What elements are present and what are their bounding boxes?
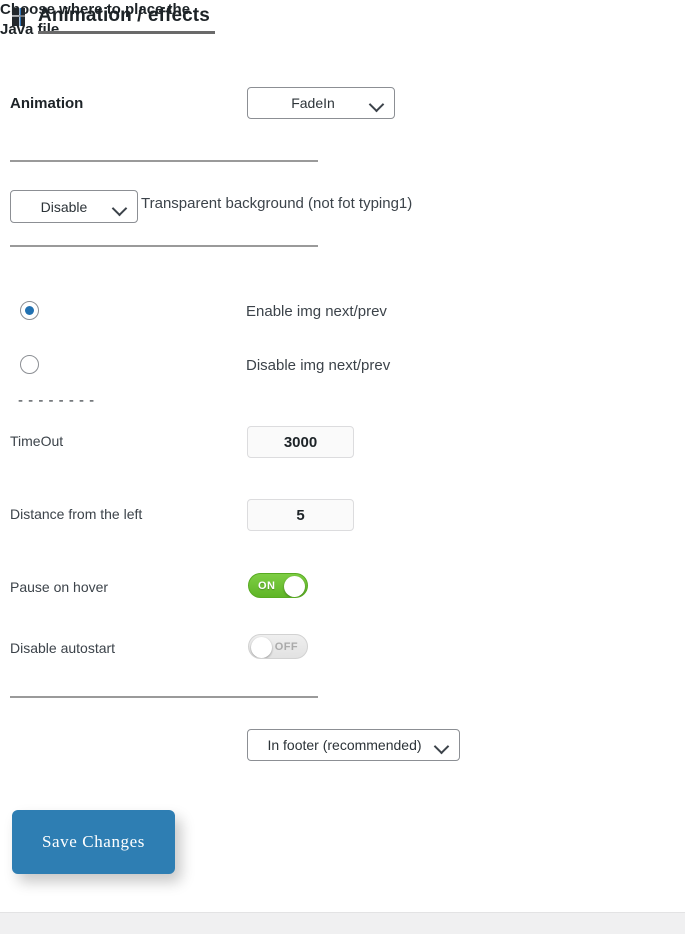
- java-file-placement-select-value: In footer (recommended): [267, 737, 422, 753]
- title-underline: [38, 31, 215, 34]
- animation-select-value: FadeIn: [291, 95, 335, 111]
- disable-autostart-toggle-state: OFF: [274, 641, 298, 653]
- divider-2: [10, 245, 318, 247]
- settings-page: Animation / effects Animation FadeIn Dis…: [0, 0, 685, 934]
- pause-on-hover-label: Pause on hover: [10, 579, 109, 595]
- radio-disable-img-nav[interactable]: [20, 355, 39, 374]
- distance-from-left-input[interactable]: 5: [247, 499, 354, 531]
- page-header: Animation / effects: [0, 0, 685, 40]
- toggle-knob: [284, 576, 305, 597]
- animation-label: Animation: [10, 95, 84, 112]
- radio-disable-img-nav-label: Disable img next/prev: [246, 357, 391, 374]
- toggle-knob: [251, 637, 272, 658]
- dashboard-grid-icon: [10, 6, 32, 28]
- radio-enable-img-nav-label: Enable img next/prev: [246, 303, 387, 320]
- timeout-label: TimeOut: [10, 433, 64, 449]
- save-changes-button[interactable]: Save Changes: [12, 810, 175, 874]
- chevron-down-icon: [111, 200, 128, 216]
- dashed-divider: - - - - - - - - - - -: [18, 394, 94, 407]
- timeout-input[interactable]: 3000: [247, 426, 354, 458]
- transparent-background-select[interactable]: Disable: [10, 190, 138, 223]
- animation-select[interactable]: FadeIn: [247, 87, 395, 119]
- pause-on-hover-toggle-state: ON: [258, 580, 276, 592]
- distance-from-left-label: Distance from the left: [10, 506, 143, 522]
- footer-strip: [0, 912, 685, 934]
- chevron-down-icon: [368, 96, 385, 113]
- divider-1: [10, 160, 318, 162]
- transparent-background-select-value: Disable: [40, 198, 88, 215]
- java-file-placement-select[interactable]: In footer (recommended): [247, 729, 460, 761]
- divider-3: [10, 696, 318, 698]
- transparent-background-label: Transparent background (not fot typing1): [141, 195, 413, 212]
- radio-enable-img-nav[interactable]: [20, 301, 39, 320]
- page-title: Animation / effects: [38, 5, 210, 26]
- disable-autostart-label: Disable autostart: [10, 640, 116, 656]
- pause-on-hover-toggle[interactable]: ON: [248, 573, 308, 598]
- disable-autostart-toggle[interactable]: OFF: [248, 634, 308, 659]
